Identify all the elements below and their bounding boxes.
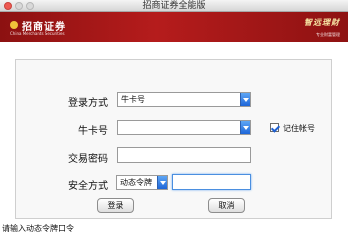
brand-logo-icon: [10, 21, 18, 29]
remember-account-label: 记住帐号: [283, 124, 315, 133]
ad-badge: 智远理财: [304, 18, 340, 27]
trade-password-input[interactable]: [117, 147, 251, 163]
chevron-down-icon: [240, 93, 250, 106]
chevron-down-icon: [157, 176, 167, 189]
status-message: 请输入动态令牌口令: [2, 224, 74, 233]
window-title: 招商证券全能版: [142, 1, 206, 11]
login-panel: [15, 59, 332, 219]
login-mode-label: 登录方式: [68, 98, 108, 109]
brand-english-name: China Merchants Securities: [10, 31, 65, 36]
ad-subtitle: 专业财富管理: [316, 32, 340, 37]
security-mode-value: 动态令牌: [120, 178, 152, 187]
security-mode-select[interactable]: 动态令牌: [116, 175, 168, 190]
login-button[interactable]: 登录: [97, 198, 134, 213]
card-number-label: 牛卡号: [78, 126, 108, 137]
window-titlebar: 招商证券全能版: [0, 0, 348, 12]
cancel-button[interactable]: 取消: [208, 198, 245, 213]
chevron-down-icon: [240, 121, 250, 134]
remember-account-checkbox[interactable]: [270, 123, 279, 132]
security-mode-label: 安全方式: [68, 181, 108, 192]
brand-banner: 招商证券 China Merchants Securities 智远理财 专业财…: [0, 12, 348, 42]
login-mode-select[interactable]: 牛卡号: [117, 92, 251, 107]
token-code-input[interactable]: [172, 174, 251, 190]
login-mode-value: 牛卡号: [121, 95, 145, 104]
card-number-select[interactable]: [117, 120, 251, 135]
trade-password-label: 交易密码: [68, 154, 108, 165]
